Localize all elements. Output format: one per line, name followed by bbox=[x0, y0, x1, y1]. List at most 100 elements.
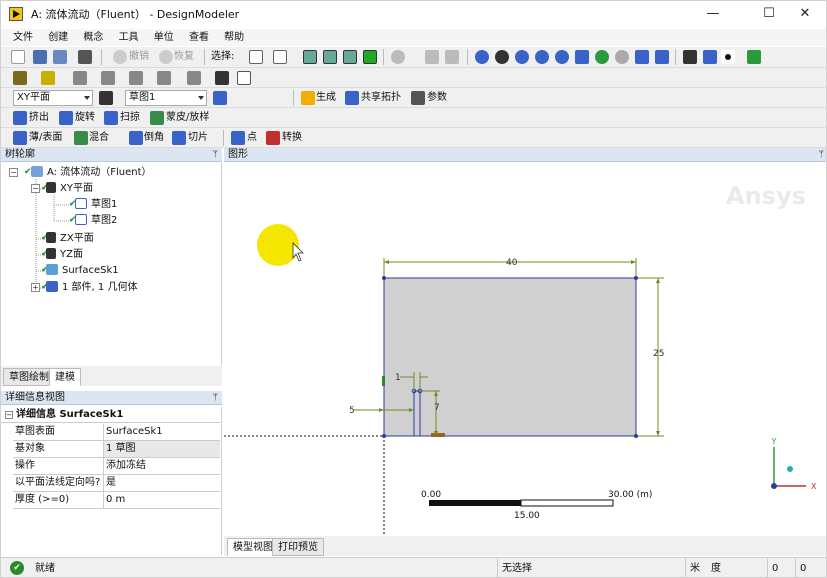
menu-tools[interactable]: 工具 bbox=[119, 29, 139, 46]
status-length-unit[interactable]: 米 bbox=[685, 558, 707, 577]
collapse-xyplane-toggle[interactable]: − bbox=[31, 184, 40, 193]
generate-button[interactable]: 生成 bbox=[316, 92, 336, 104]
dim-slot-width-label[interactable]: 1 bbox=[395, 373, 401, 383]
menu-help[interactable]: 帮助 bbox=[224, 29, 244, 46]
iso-view-icon[interactable] bbox=[635, 50, 649, 64]
tree-node-sketch1[interactable]: 草图1 bbox=[75, 197, 117, 212]
blend-button[interactable]: 混合 bbox=[89, 132, 109, 144]
tree-node-yz-plane[interactable]: YZ面 bbox=[46, 247, 83, 262]
select-point-icon[interactable] bbox=[249, 50, 263, 64]
dim-slot-height-label[interactable]: 7 bbox=[434, 403, 440, 413]
vertex[interactable] bbox=[634, 434, 638, 438]
dim-offset-label[interactable]: 5 bbox=[349, 406, 355, 416]
new-plane-icon[interactable] bbox=[99, 91, 113, 105]
detail-section-header[interactable]: − 详细信息 SurfaceSk1 bbox=[1, 407, 220, 423]
save-as-icon[interactable] bbox=[53, 50, 67, 64]
face-color-icon[interactable] bbox=[13, 71, 27, 85]
zoom-in-icon[interactable] bbox=[595, 50, 609, 64]
detail-value[interactable]: 0 m bbox=[103, 492, 220, 508]
dim-width-label[interactable]: 40 bbox=[506, 258, 518, 268]
vertex[interactable] bbox=[382, 434, 386, 438]
vertex[interactable] bbox=[382, 276, 386, 280]
save-icon[interactable] bbox=[33, 50, 47, 64]
tab-print-preview[interactable]: 打印预览 bbox=[272, 538, 324, 556]
paint-select-icon[interactable] bbox=[445, 50, 459, 64]
convert-icon[interactable] bbox=[266, 131, 280, 145]
share-topology-button[interactable]: 共享拓扑 bbox=[361, 92, 401, 104]
revolve-icon[interactable] bbox=[59, 111, 73, 125]
skin-loft-button[interactable]: 蒙皮/放样 bbox=[166, 112, 209, 124]
sketch-tool-1-icon[interactable] bbox=[73, 71, 87, 85]
pin-tool-icon[interactable] bbox=[215, 71, 229, 85]
select-vertex-icon[interactable] bbox=[303, 50, 317, 64]
menu-view[interactable]: 查看 bbox=[189, 29, 209, 46]
tree-node-root[interactable]: A: 流体流动（Fluent） bbox=[31, 165, 152, 180]
menu-concept[interactable]: 概念 bbox=[83, 29, 103, 46]
slice-icon[interactable] bbox=[172, 131, 186, 145]
chamfer-icon[interactable] bbox=[129, 131, 143, 145]
triad-icon[interactable] bbox=[683, 50, 697, 64]
parameters-icon[interactable] bbox=[411, 91, 425, 105]
tab-modeling[interactable]: 建模 bbox=[49, 368, 81, 386]
tree-node-zx-plane[interactable]: ZX平面 bbox=[46, 231, 94, 246]
redo-button[interactable]: 恢复 bbox=[174, 51, 194, 63]
menu-units[interactable]: 单位 bbox=[154, 29, 174, 46]
zoom-box-icon[interactable] bbox=[535, 50, 549, 64]
tree-node-parts-bodies[interactable]: 1 部件, 1 几何体 bbox=[46, 280, 137, 295]
surface-body[interactable] bbox=[383, 277, 637, 437]
screenshot-icon[interactable] bbox=[78, 50, 92, 64]
tree-node-xy-plane[interactable]: XY平面 bbox=[46, 181, 93, 196]
tree-node-surfacesk1[interactable]: SurfaceSk1 bbox=[46, 263, 119, 278]
sketch-tool-3-icon[interactable] bbox=[129, 71, 143, 85]
rotate-icon[interactable] bbox=[475, 50, 489, 64]
pan-icon[interactable] bbox=[495, 50, 509, 64]
tree-node-sketch2[interactable]: 草图2 bbox=[75, 213, 117, 228]
triad-iso-ball[interactable] bbox=[787, 466, 793, 472]
sketch-tool-2-icon[interactable] bbox=[101, 71, 115, 85]
detail-value[interactable]: 是 bbox=[103, 475, 220, 491]
graphics-canvas[interactable]: Ansys 40 25 5 1 7 0.00 30.00 (m) 15.00 Y… bbox=[224, 162, 826, 536]
status-angle-unit[interactable]: 度 bbox=[707, 558, 767, 577]
extrude-button[interactable]: 挤出 bbox=[29, 112, 49, 124]
select-body-icon[interactable] bbox=[363, 50, 377, 64]
expand-parts-toggle[interactable]: + bbox=[31, 283, 40, 292]
plane-dropdown[interactable]: XY平面 bbox=[13, 90, 93, 106]
thin-surface-icon[interactable] bbox=[13, 131, 27, 145]
chamfer-button[interactable]: 倒角 bbox=[144, 132, 164, 144]
blend-icon[interactable] bbox=[74, 131, 88, 145]
sketch-tool-4-icon[interactable] bbox=[157, 71, 171, 85]
menu-file[interactable]: 文件 bbox=[13, 29, 33, 46]
select-edge-icon[interactable] bbox=[323, 50, 337, 64]
display-model-icon[interactable] bbox=[703, 50, 717, 64]
sweep-icon[interactable] bbox=[104, 111, 118, 125]
point-icon[interactable] bbox=[231, 131, 245, 145]
pin-icon[interactable]: ᛘ bbox=[213, 391, 218, 405]
box-select-icon[interactable] bbox=[425, 50, 439, 64]
dim-height-label[interactable]: 25 bbox=[653, 349, 664, 359]
slice-button[interactable]: 切片 bbox=[188, 132, 208, 144]
convert-button[interactable]: 转换 bbox=[282, 132, 302, 144]
parameters-button[interactable]: 参数 bbox=[427, 92, 447, 104]
select-face-icon[interactable] bbox=[343, 50, 357, 64]
skin-loft-icon[interactable] bbox=[150, 111, 164, 125]
revolve-button[interactable]: 旋转 bbox=[75, 112, 95, 124]
edge-color-icon[interactable] bbox=[41, 71, 55, 85]
close-button[interactable]: ✕ bbox=[782, 1, 826, 27]
pin-icon[interactable]: ᛘ bbox=[213, 148, 218, 162]
zoom-icon[interactable] bbox=[515, 50, 529, 64]
display-plane-icon[interactable] bbox=[655, 50, 669, 64]
select-mode-icon[interactable] bbox=[273, 50, 287, 64]
sketch-dropdown[interactable]: 草图1 bbox=[125, 90, 207, 106]
share-topology-icon[interactable] bbox=[345, 91, 359, 105]
pin-icon[interactable]: ᛘ bbox=[819, 148, 824, 162]
sweep-button[interactable]: 扫掠 bbox=[120, 112, 140, 124]
undo-icon[interactable] bbox=[113, 50, 127, 64]
detail-value[interactable]: 添加冻结 bbox=[103, 458, 220, 474]
zoom-fit-icon[interactable] bbox=[555, 50, 569, 64]
redo-icon[interactable] bbox=[159, 50, 173, 64]
point-button[interactable]: 点 bbox=[247, 132, 257, 144]
menu-create[interactable]: 创建 bbox=[48, 29, 68, 46]
collapse-root-toggle[interactable]: − bbox=[9, 168, 18, 177]
sketch-tool-5-icon[interactable] bbox=[187, 71, 201, 85]
display-edge-icon[interactable] bbox=[747, 50, 761, 64]
